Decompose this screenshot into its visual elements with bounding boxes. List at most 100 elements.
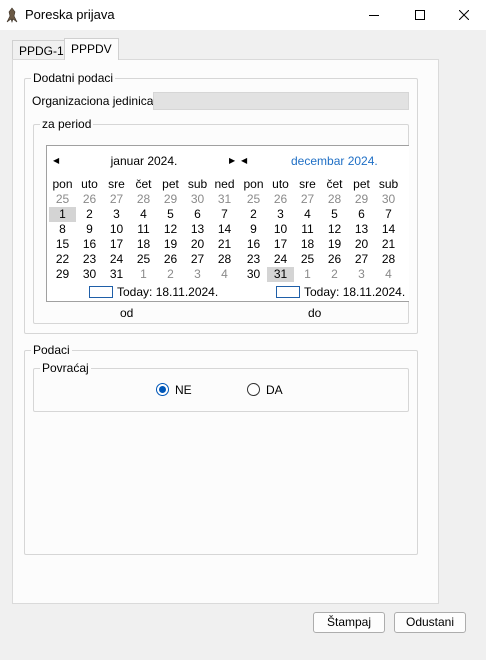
- day-cell[interactable]: 21: [375, 237, 402, 252]
- today-link[interactable]: Today: 18.11.2024.: [276, 284, 405, 300]
- radio-ne-icon[interactable]: [156, 383, 169, 396]
- day-cell[interactable]: 28: [211, 252, 238, 267]
- day-cell[interactable]: 4: [375, 267, 402, 282]
- org-unit-field[interactable]: [153, 92, 409, 110]
- radio-ne-label[interactable]: NE: [175, 383, 192, 397]
- day-cell[interactable]: [402, 207, 409, 222]
- day-cell[interactable]: 10: [103, 222, 130, 237]
- day-cell[interactable]: 10: [267, 222, 294, 237]
- day-cell[interactable]: 27: [184, 252, 211, 267]
- day-cell[interactable]: [402, 237, 409, 252]
- tab-ppdg1[interactable]: PPDG-1: [12, 40, 71, 60]
- day-cell[interactable]: 18: [130, 237, 157, 252]
- radio-da-icon[interactable]: [247, 383, 260, 396]
- day-cell[interactable]: 31: [103, 267, 130, 282]
- day-cell[interactable]: 13: [184, 222, 211, 237]
- day-cell[interactable]: 30: [76, 267, 103, 282]
- day-cell[interactable]: 13: [348, 222, 375, 237]
- day-cell[interactable]: 16: [241, 237, 267, 252]
- day-cell[interactable]: 5: [321, 207, 348, 222]
- day-cell[interactable]: 25: [294, 252, 321, 267]
- prev-month-icon[interactable]: ◀: [241, 156, 247, 165]
- day-cell[interactable]: 19: [321, 237, 348, 252]
- day-cell[interactable]: 22: [49, 252, 76, 267]
- day-cell[interactable]: 1: [294, 267, 321, 282]
- tab-pppdv[interactable]: PPPDV: [64, 38, 119, 60]
- day-cell[interactable]: 23: [241, 252, 267, 267]
- today-link[interactable]: Today: 18.11.2024.: [89, 284, 218, 300]
- day-cell[interactable]: 6: [184, 207, 211, 222]
- day-cell[interactable]: 28: [321, 192, 348, 207]
- day-cell[interactable]: 17: [267, 237, 294, 252]
- day-cell[interactable]: 30: [375, 192, 402, 207]
- day-cell[interactable]: 8: [49, 222, 76, 237]
- day-cell[interactable]: 23: [76, 252, 103, 267]
- day-cell[interactable]: [402, 222, 409, 237]
- next-month-icon[interactable]: ▶: [229, 156, 235, 165]
- day-cell[interactable]: 30: [184, 192, 211, 207]
- day-cell[interactable]: 3: [103, 207, 130, 222]
- day-cell[interactable]: 25: [130, 252, 157, 267]
- day-cell[interactable]: 1: [49, 207, 76, 222]
- day-cell[interactable]: 9: [241, 222, 267, 237]
- print-button[interactable]: Štampaj: [313, 612, 385, 633]
- day-cell[interactable]: 9: [76, 222, 103, 237]
- calendar-from[interactable]: ◀ januar 2024. ▶ pon uto sre čet pet sub ned 25…: [46, 145, 242, 302]
- day-cell[interactable]: 2: [157, 267, 184, 282]
- day-cell[interactable]: 27: [348, 252, 375, 267]
- day-cell[interactable]: [402, 252, 409, 267]
- day-cell[interactable]: 7: [211, 207, 238, 222]
- day-cell[interactable]: 17: [103, 237, 130, 252]
- day-cell[interactable]: 27: [294, 192, 321, 207]
- day-cell[interactable]: 12: [321, 222, 348, 237]
- day-cell[interactable]: 26: [321, 252, 348, 267]
- maximize-button[interactable]: [397, 0, 443, 30]
- day-cell[interactable]: 28: [375, 252, 402, 267]
- day-cell[interactable]: 20: [184, 237, 211, 252]
- radio-da-label[interactable]: DA: [266, 383, 283, 397]
- day-cell[interactable]: 3: [184, 267, 211, 282]
- day-cell[interactable]: 4: [294, 207, 321, 222]
- day-cell[interactable]: [402, 267, 409, 282]
- day-cell[interactable]: 29: [49, 267, 76, 282]
- day-cell[interactable]: 18: [294, 237, 321, 252]
- day-cell[interactable]: 19: [157, 237, 184, 252]
- day-cell[interactable]: 28: [130, 192, 157, 207]
- day-cell[interactable]: 31: [211, 192, 238, 207]
- day-cell[interactable]: 2: [76, 207, 103, 222]
- day-cell[interactable]: 26: [267, 192, 294, 207]
- day-cell[interactable]: 3: [267, 207, 294, 222]
- day-cell[interactable]: 26: [76, 192, 103, 207]
- day-cell[interactable]: 21: [211, 237, 238, 252]
- day-cell[interactable]: 11: [294, 222, 321, 237]
- day-cell[interactable]: [402, 192, 409, 207]
- day-cell[interactable]: 6: [348, 207, 375, 222]
- day-cell[interactable]: 31: [267, 267, 294, 282]
- day-cell[interactable]: 1: [130, 267, 157, 282]
- day-cell[interactable]: 7: [375, 207, 402, 222]
- day-cell[interactable]: 24: [267, 252, 294, 267]
- calendar-to[interactable]: ◀ decembar 2024. ponutosrečetpetsubn2526…: [241, 145, 409, 302]
- day-cell[interactable]: 2: [321, 267, 348, 282]
- calendar-month[interactable]: decembar 2024.: [291, 154, 409, 168]
- day-cell[interactable]: 5: [157, 207, 184, 222]
- day-cell[interactable]: 4: [130, 207, 157, 222]
- day-cell[interactable]: 14: [375, 222, 402, 237]
- close-button[interactable]: [441, 0, 486, 30]
- day-cell[interactable]: 3: [348, 267, 375, 282]
- day-cell[interactable]: 14: [211, 222, 238, 237]
- day-cell[interactable]: 12: [157, 222, 184, 237]
- minimize-button[interactable]: [351, 0, 397, 30]
- day-cell[interactable]: 25: [49, 192, 76, 207]
- day-cell[interactable]: 25: [241, 192, 267, 207]
- day-cell[interactable]: 4: [211, 267, 238, 282]
- day-cell[interactable]: 2: [241, 207, 267, 222]
- day-cell[interactable]: 29: [348, 192, 375, 207]
- day-cell[interactable]: 24: [103, 252, 130, 267]
- cancel-button[interactable]: Odustani: [394, 612, 466, 633]
- day-cell[interactable]: 20: [348, 237, 375, 252]
- day-cell[interactable]: 11: [130, 222, 157, 237]
- day-cell[interactable]: 16: [76, 237, 103, 252]
- day-cell[interactable]: 27: [103, 192, 130, 207]
- day-cell[interactable]: 26: [157, 252, 184, 267]
